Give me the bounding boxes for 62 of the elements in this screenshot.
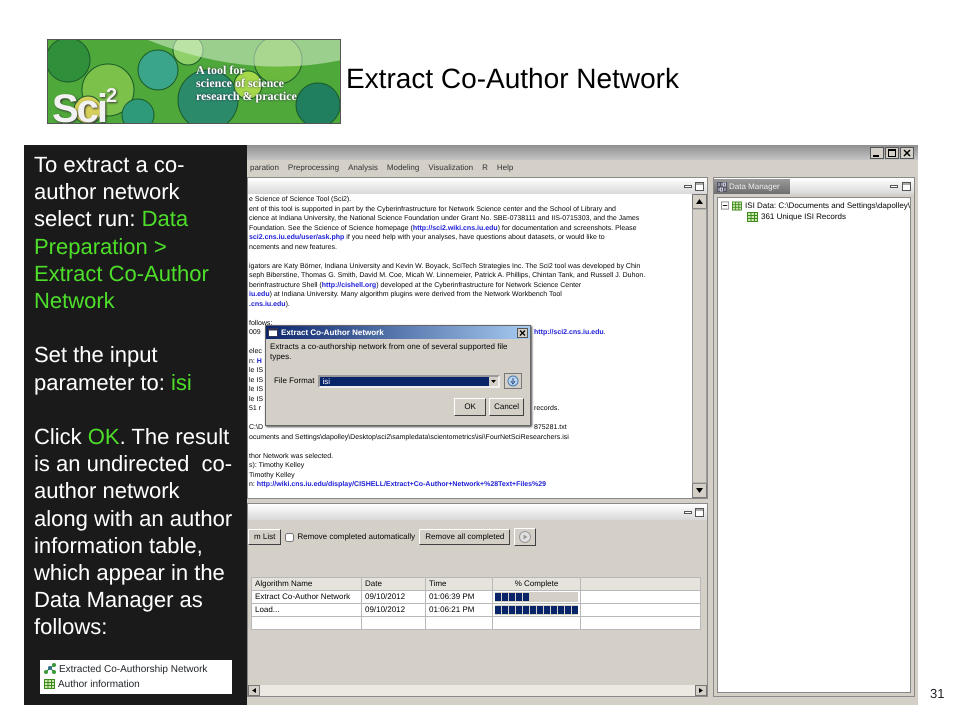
collapse-icon[interactable] <box>721 201 730 210</box>
menu-item[interactable]: Preprocessing <box>288 162 340 174</box>
scrollbar[interactable] <box>248 685 707 696</box>
tree-item-label[interactable]: ISI Data: C:\Documents and Settings\dapolley\ <box>745 200 910 211</box>
maximize-icon[interactable] <box>902 182 911 190</box>
tree-item-label[interactable]: Author information <box>58 676 140 692</box>
checkbox-label: Remove completed automatically <box>297 531 416 543</box>
menu-item[interactable]: Modeling <box>386 162 420 174</box>
page-number: 31 <box>930 684 944 702</box>
network-icon <box>44 663 56 676</box>
menu-item[interactable]: R <box>482 162 488 174</box>
instruction-text: To extract a co-author network select run: Data Preparation > Extract Co-Author Network <box>34 151 210 314</box>
select-value: isi <box>322 376 330 386</box>
dialog-title: Extract Co-Author Network <box>281 326 385 338</box>
dialog-button[interactable]: OK <box>454 398 486 416</box>
table-cell: Load... <box>252 604 362 616</box>
table-icon <box>44 679 55 690</box>
table-cell: 09/10/2012 <box>362 604 426 616</box>
minimize-icon[interactable] <box>684 509 692 515</box>
minimize-icon[interactable] <box>684 183 692 189</box>
tagline-text: A tool for <box>196 64 246 77</box>
table-cell: 01:06:21 PM <box>426 604 492 616</box>
maximize-icon[interactable] <box>695 182 704 190</box>
dialog-description: Extracts a co-authorship network from one of several supported file types. <box>269 341 508 363</box>
table-icon <box>747 212 758 222</box>
maximize-button[interactable] <box>885 146 899 158</box>
dialog-button[interactable]: Cancel <box>489 398 524 416</box>
table-cell: Extract Co-Author Network <box>252 590 362 604</box>
field-label: File Format <box>274 375 314 387</box>
select-field[interactable]: isi <box>318 374 500 388</box>
tree-item-label[interactable]: Extracted Co-Authorship Network <box>59 662 208 677</box>
window-icon <box>268 328 278 337</box>
minimize-button[interactable] <box>870 146 884 158</box>
menu-item[interactable]: Analysis <box>348 162 378 174</box>
instruction-text: Click OK. The result is an undirected co-author network along with an author information table, which appear in the Data Manager as follows: <box>34 423 234 641</box>
list-button[interactable]: m List <box>248 529 282 545</box>
menu-item[interactable]: Help <box>496 162 514 174</box>
instruction-text: Set the input parameter to: isi <box>34 341 193 396</box>
table-icon <box>732 200 742 210</box>
column-header[interactable]: Time <box>426 578 492 590</box>
menu-item[interactable]: Visualization <box>428 162 474 174</box>
checkbox[interactable] <box>285 532 294 542</box>
scrollbar[interactable] <box>692 194 707 498</box>
tagline-text: science of science <box>196 77 285 90</box>
play-button[interactable] <box>514 528 536 546</box>
dropdown-icon[interactable] <box>489 376 498 386</box>
close-button[interactable] <box>900 146 914 158</box>
close-button[interactable] <box>517 328 528 338</box>
column-header[interactable]: Algorithm Name <box>252 578 362 590</box>
menu-item[interactable]: paration <box>250 162 279 174</box>
minimize-icon[interactable] <box>890 183 898 189</box>
table-cell: 01:06:39 PM <box>426 590 492 604</box>
binary-data-icon <box>717 182 727 192</box>
column-header[interactable]: Date <box>362 578 426 590</box>
column-header[interactable]: % Complete <box>492 578 580 590</box>
tree-item-label[interactable]: 361 Unique ISI Records <box>761 211 846 222</box>
slide-title: Extract Co-Author Network <box>346 62 679 96</box>
play-icon <box>519 531 532 543</box>
table-cell: 09/10/2012 <box>362 590 426 604</box>
remove-completed-button[interactable]: Remove all completed <box>419 529 510 545</box>
maximize-icon[interactable] <box>695 508 704 516</box>
help-button[interactable] <box>504 373 522 389</box>
